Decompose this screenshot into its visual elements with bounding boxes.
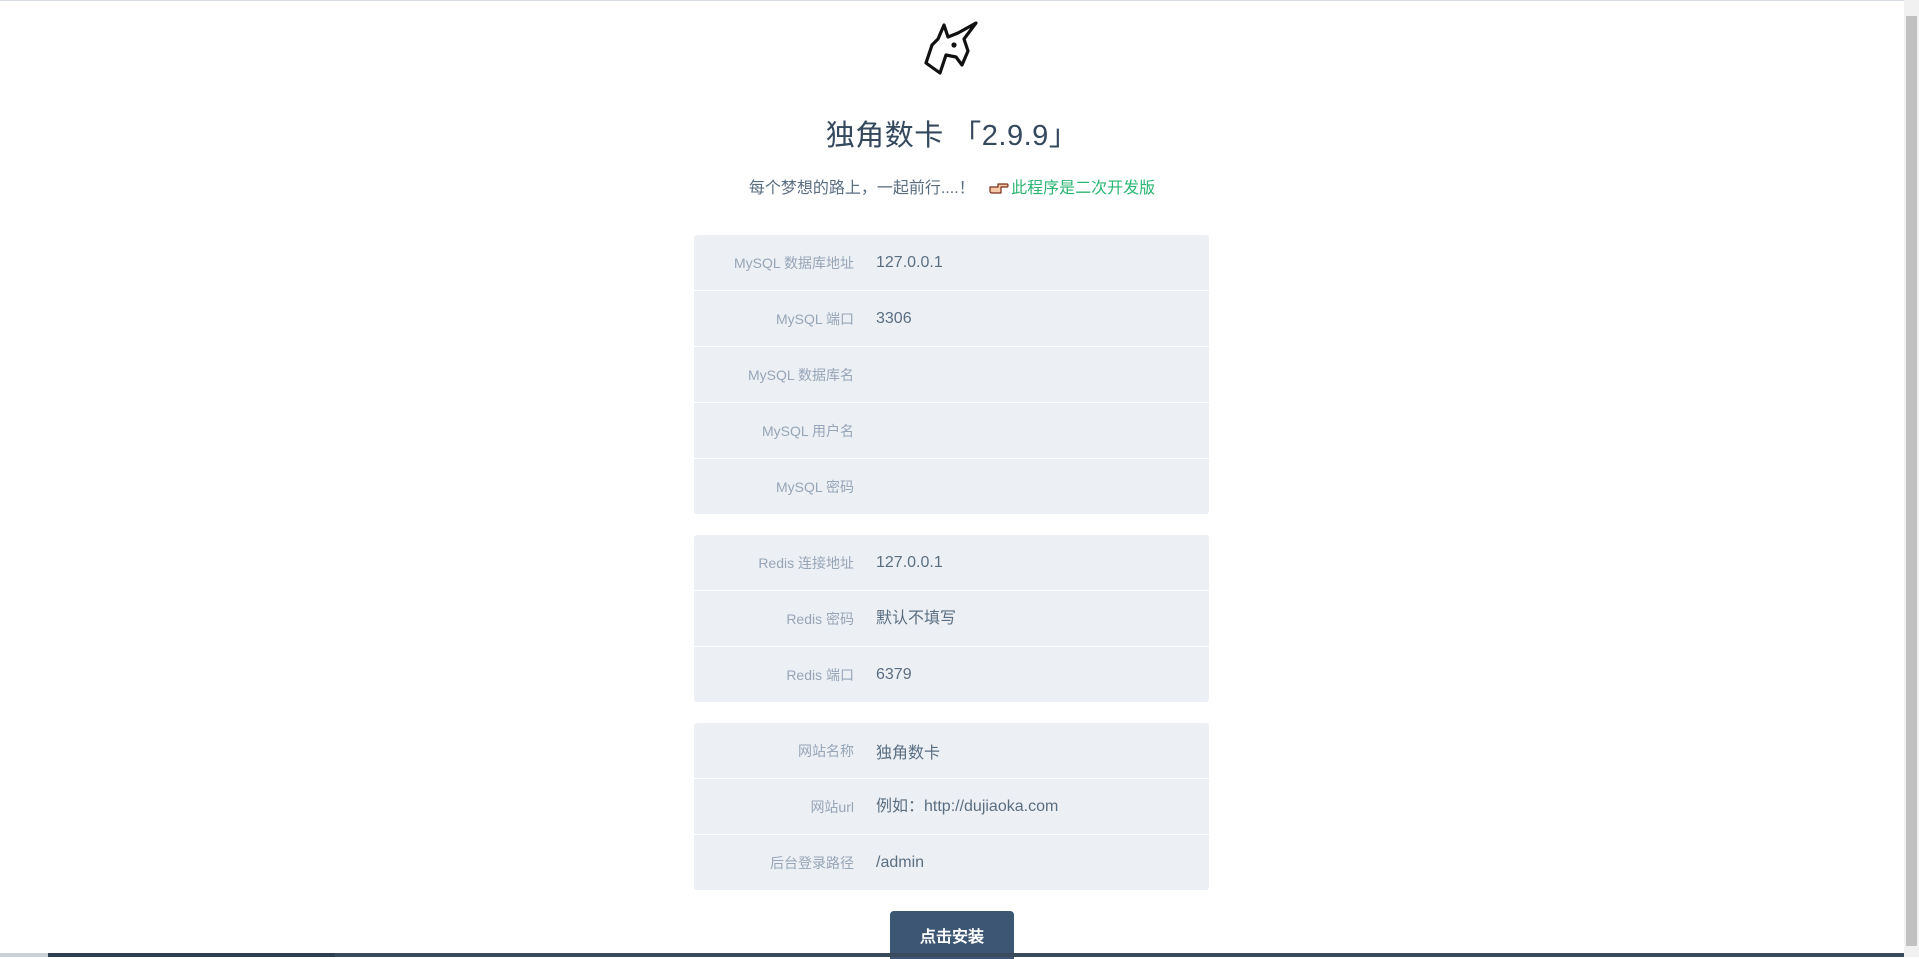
mysql-password-input[interactable] — [876, 469, 1186, 504]
mysql-port-row: MySQL 端口 — [694, 291, 1209, 347]
page-subtitle: 每个梦想的路上，一起前行....！ 此程序是二次开发版 — [0, 174, 1904, 198]
mysql-settings-group: MySQL 数据库地址 MySQL 端口 MySQL 数据库名 MySQL 用户… — [694, 235, 1209, 514]
secondary-dev-link[interactable]: 此程序是二次开发版 — [1011, 180, 1155, 197]
bottom-strip-segment — [335, 953, 1904, 957]
mysql-host-input[interactable] — [876, 245, 1186, 280]
mysql-dbname-label: MySQL 数据库名 — [747, 366, 854, 383]
mysql-password-row: MySQL 密码 — [694, 459, 1209, 514]
site-url-label: 网站url — [810, 798, 854, 815]
redis-port-row: Redis 端口 — [694, 647, 1209, 702]
mysql-dbname-row: MySQL 数据库名 — [694, 347, 1209, 403]
site-url-input[interactable] — [876, 789, 1186, 824]
admin-path-input[interactable] — [876, 845, 1186, 880]
mysql-host-label: MySQL 数据库地址 — [733, 254, 854, 271]
redis-host-row: Redis 连接地址 — [694, 535, 1209, 591]
site-name-row: 网站名称 — [694, 723, 1209, 779]
bottom-strip — [0, 953, 1904, 957]
mysql-port-label: MySQL 端口 — [775, 310, 854, 327]
redis-password-input[interactable] — [876, 601, 1186, 636]
site-url-row: 网站url — [694, 779, 1209, 835]
mysql-user-row: MySQL 用户名 — [694, 403, 1209, 459]
mysql-port-input[interactable] — [876, 301, 1186, 336]
site-settings-group: 网站名称 网站url 后台登录路径 — [694, 723, 1209, 890]
mysql-password-label: MySQL 密码 — [775, 478, 854, 495]
mysql-user-input[interactable] — [876, 413, 1186, 448]
bottom-strip-segment — [48, 953, 335, 957]
subtitle-text: 每个梦想的路上，一起前行....！ — [748, 180, 975, 197]
install-button[interactable]: 点击安装 — [890, 911, 1014, 959]
unicorn-icon — [924, 21, 978, 75]
page-title: 独角数卡 「2.9.9」 — [825, 120, 1079, 152]
mysql-user-label: MySQL 用户名 — [761, 422, 854, 439]
redis-port-input[interactable] — [876, 657, 1186, 692]
pointing-hand-icon — [989, 183, 1009, 194]
site-name-label: 网站名称 — [798, 742, 854, 759]
install-page: 独角数卡 「2.9.9」 每个梦想的路上，一起前行....！ 此程序是二次开发版… — [0, 0, 1904, 959]
redis-port-label: Redis 端口 — [786, 666, 854, 683]
redis-password-label: Redis 密码 — [786, 610, 854, 627]
redis-host-label: Redis 连接地址 — [758, 554, 854, 571]
redis-password-row: Redis 密码 — [694, 591, 1209, 647]
mysql-dbname-input[interactable] — [876, 357, 1186, 392]
redis-host-input[interactable] — [876, 545, 1186, 580]
redis-settings-group: Redis 连接地址 Redis 密码 Redis 端口 — [694, 535, 1209, 702]
scrollbar-thumb[interactable] — [1906, 16, 1917, 946]
mysql-host-row: MySQL 数据库地址 — [694, 235, 1209, 291]
admin-path-row: 后台登录路径 — [694, 835, 1209, 890]
site-name-input[interactable] — [876, 733, 1186, 768]
admin-path-label: 后台登录路径 — [770, 854, 854, 871]
